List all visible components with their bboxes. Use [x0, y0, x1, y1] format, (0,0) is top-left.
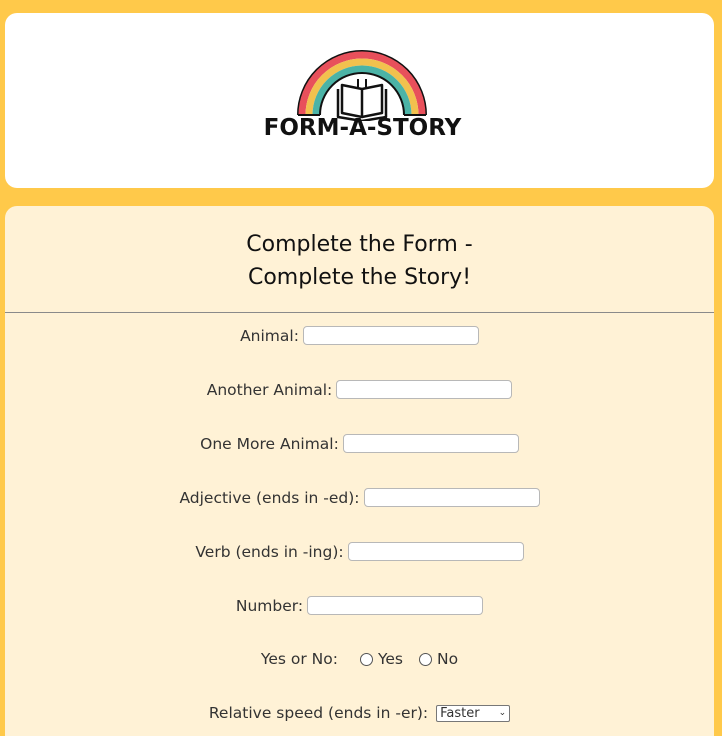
yes-radio[interactable] [359, 652, 373, 666]
adjective-row: Adjective (ends in -ed): [5, 488, 714, 507]
one-more-animal-row: One More Animal: [5, 434, 714, 453]
story-form: Complete the Form - Complete the Story! … [5, 206, 714, 736]
yes-no-row: Yes or No: Yes No [5, 650, 714, 668]
yes-option-label[interactable]: Yes [378, 650, 403, 668]
chevron-down-icon: ⌄ [498, 708, 507, 718]
speed-label: Relative speed (ends in -er): [208, 704, 429, 722]
number-row: Number: [5, 596, 714, 615]
verb-label: Verb (ends in -ing): [195, 542, 344, 561]
one-more-animal-label: One More Animal: [200, 434, 339, 453]
animal-row: Animal: [5, 326, 714, 345]
form-a-story-logo: FORM-A-STORY [255, 43, 470, 163]
another-animal-input[interactable] [336, 380, 513, 399]
animal-input[interactable] [302, 326, 479, 345]
yes-no-label: Yes or No: [260, 650, 338, 668]
verb-row: Verb (ends in -ing): [5, 542, 714, 561]
yes-no-radio-group: Yes No [352, 650, 458, 668]
rainbow-book-icon [297, 50, 427, 121]
speed-select[interactable]: Faster ⌄ [436, 704, 511, 722]
adjective-label: Adjective (ends in -ed): [179, 488, 360, 507]
form-title-line-1: Complete the Form - [246, 232, 473, 257]
adjective-input[interactable] [363, 488, 540, 507]
speed-selected-value: Faster [440, 705, 480, 721]
logo-text: FORM-A-STORY [263, 115, 462, 141]
another-animal-row: Another Animal: [5, 380, 714, 399]
one-more-animal-input[interactable] [342, 434, 519, 453]
title-divider [5, 312, 714, 313]
speed-row: Relative speed (ends in -er): Faster ⌄ [5, 704, 714, 722]
number-label: Number: [235, 596, 304, 615]
no-radio[interactable] [418, 652, 432, 666]
number-input[interactable] [307, 596, 484, 615]
verb-input[interactable] [347, 542, 524, 561]
animal-label: Animal: [240, 326, 299, 345]
no-option-label[interactable]: No [437, 650, 458, 668]
header-card: FORM-A-STORY [5, 13, 714, 188]
form-title: Complete the Form - Complete the Story! [5, 228, 714, 294]
another-animal-label: Another Animal: [206, 380, 333, 399]
form-title-line-2: Complete the Story! [247, 265, 472, 290]
